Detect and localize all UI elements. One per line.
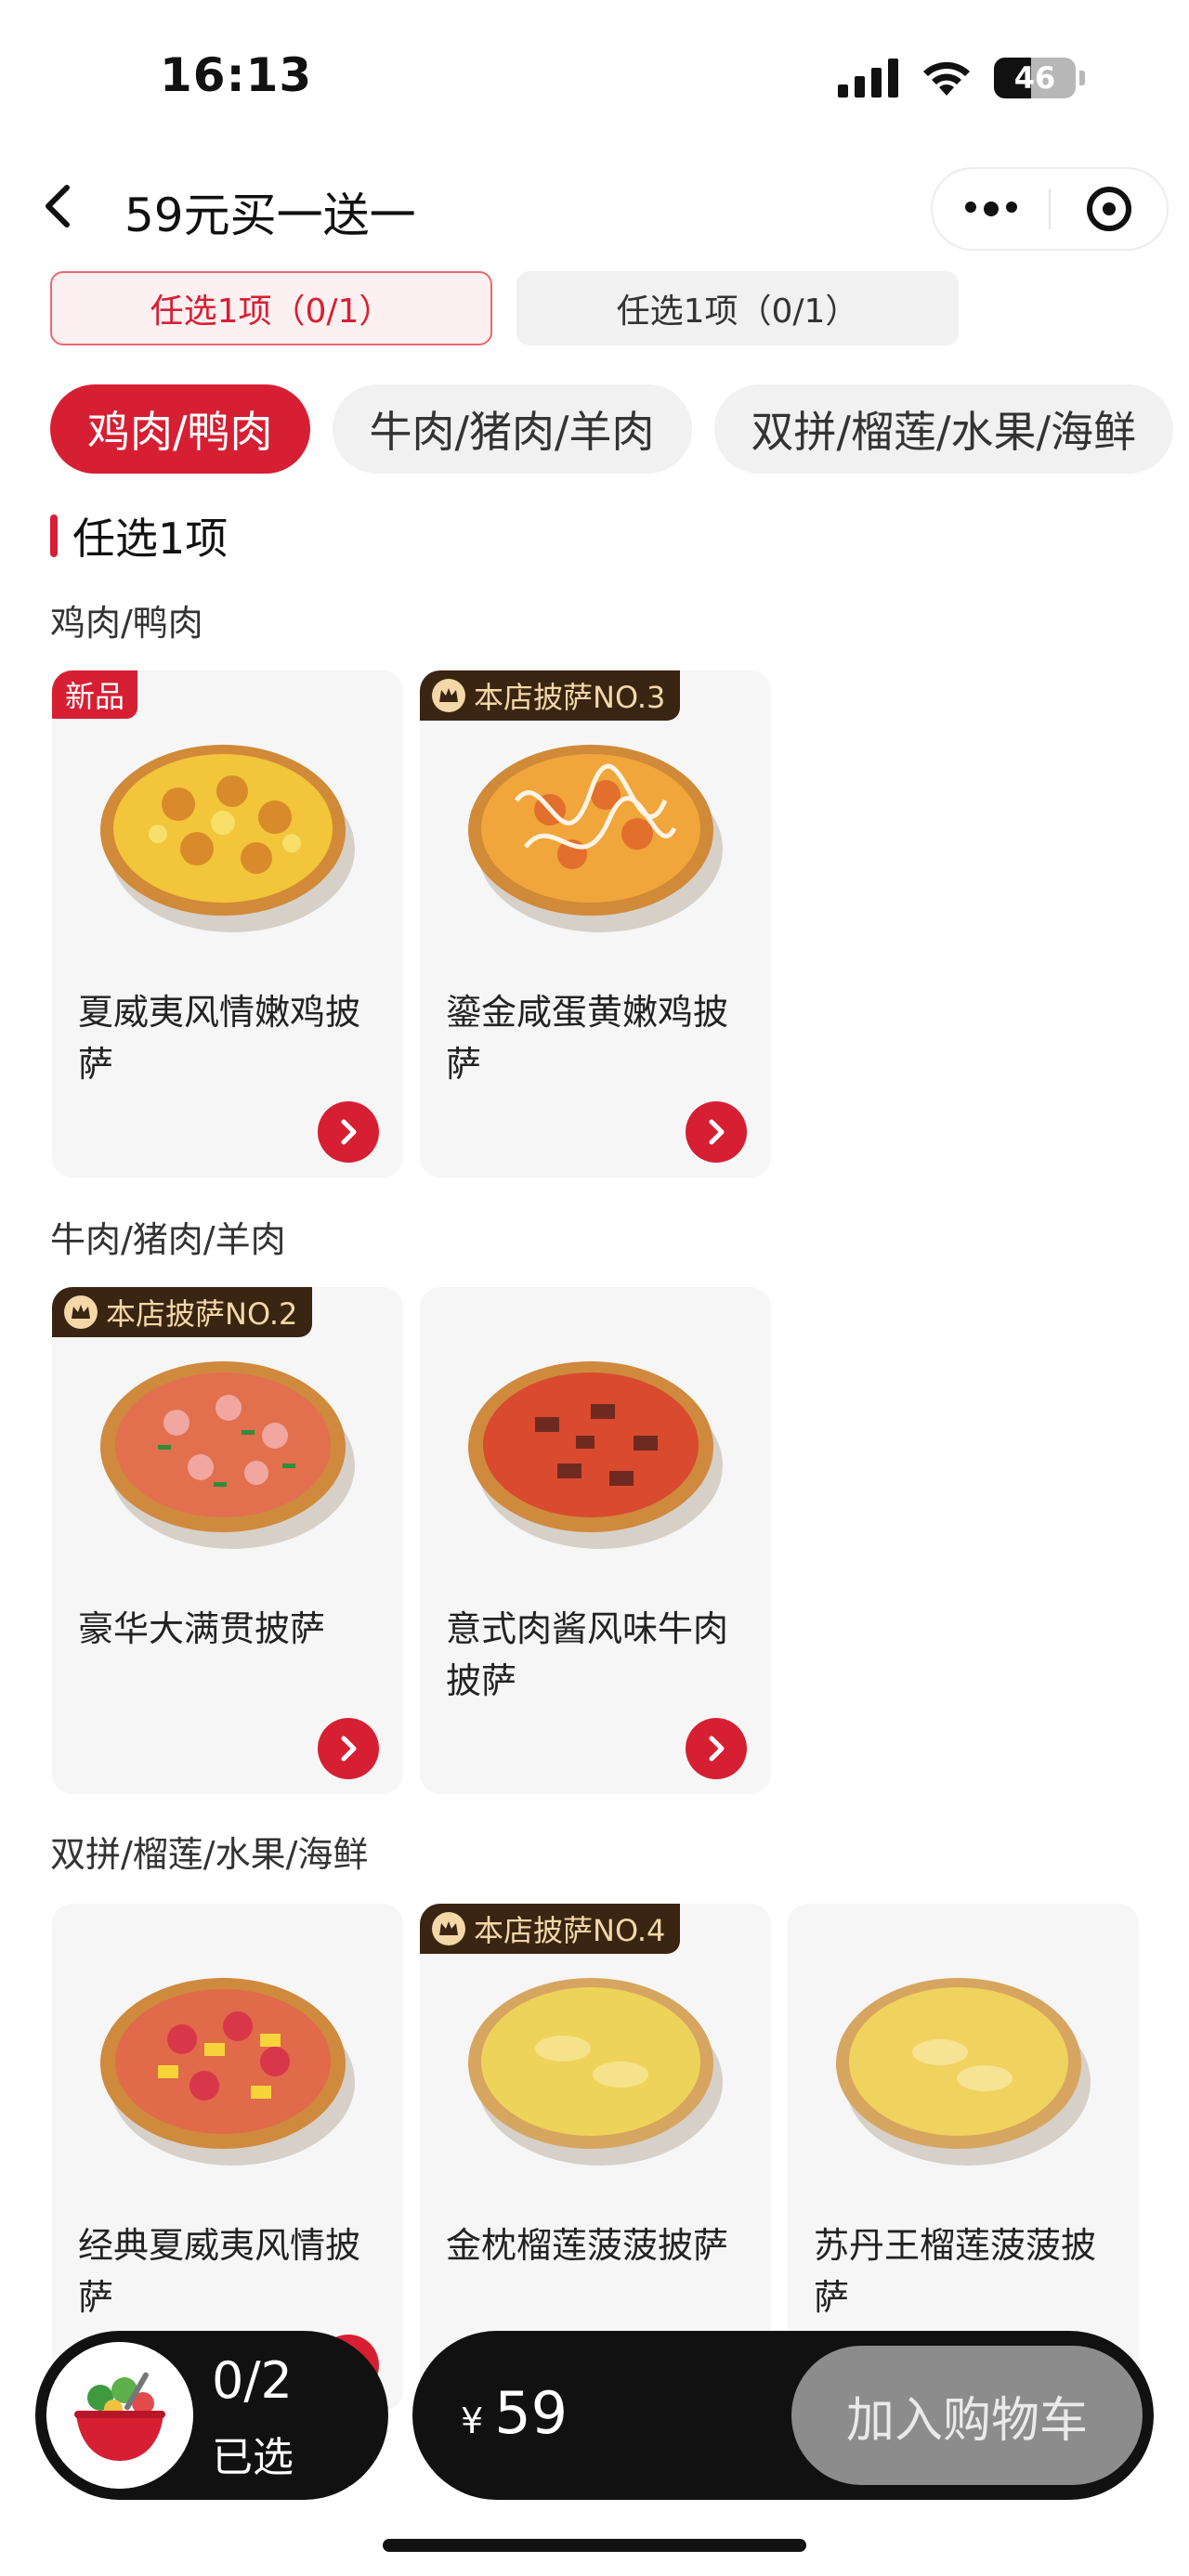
step-tab-2[interactable]: 任选1项（0/1） — [516, 271, 959, 345]
group-label-beef: 牛肉/猪肉/羊肉 — [50, 1219, 286, 1260]
status-time: 16:13 — [160, 48, 313, 102]
product-name: 苏丹王榴莲菠菠披萨 — [814, 2225, 1097, 2318]
group-label-chicken: 鸡肉/鸭肉 — [50, 603, 203, 644]
home-indicator — [383, 2539, 806, 2552]
pizza-image — [468, 1361, 723, 1549]
checkout-bar: ¥ 59 加入购物车 — [412, 2331, 1154, 2500]
rank-badge-text: 本店披萨NO.2 — [106, 1296, 298, 1332]
crown-icon — [432, 679, 465, 712]
cellular-signal-icon — [838, 59, 898, 98]
category-combo-durian-fruit-seafood[interactable]: 双拼/榴莲/水果/海鲜 — [713, 384, 1173, 474]
rank-badge: 本店披萨NO.3 — [420, 670, 681, 721]
target-icon — [1086, 187, 1131, 231]
pizza-image — [100, 1361, 355, 1549]
group-label-combo: 双拼/榴莲/水果/海鲜 — [50, 1834, 369, 1875]
pizza-image — [100, 745, 355, 932]
currency-symbol: ¥ — [461, 2400, 484, 2441]
product-card[interactable]: 新品 夏威夷风情嫩鸡披萨 — [52, 670, 403, 1177]
price: ¥ 59 — [461, 2379, 568, 2447]
category-beef-pork-lamb[interactable]: 牛肉/猪肉/羊肉 — [332, 384, 692, 474]
chevron-right-icon — [341, 1119, 357, 1145]
crown-icon — [64, 1295, 98, 1329]
product-card[interactable]: 本店披萨NO.3 鎏金咸蛋黄嫩鸡披萨 — [420, 670, 771, 1177]
select-button[interactable] — [686, 1718, 747, 1779]
selected-summary[interactable]: 0/2 已选 — [35, 2331, 388, 2500]
product-card[interactable]: 意式肉酱风味牛肉披萨 — [420, 1287, 771, 1794]
battery-level: 46 — [1013, 60, 1056, 96]
section-title-text: 任选1项 — [72, 514, 229, 564]
chevron-right-icon — [341, 1736, 357, 1762]
product-card[interactable]: 本店披萨NO.2 豪华大满贯披萨 — [52, 1287, 403, 1794]
pizza-image — [836, 1978, 1091, 2166]
step-tab-1[interactable]: 任选1项（0/1） — [50, 271, 492, 345]
category-chicken-duck[interactable]: 鸡肉/鸭肉 — [50, 384, 310, 474]
status-icons: 46 — [838, 56, 1085, 100]
section-title-bar — [50, 514, 58, 557]
product-name: 豪华大满贯披萨 — [78, 1608, 326, 1649]
new-badge: 新品 — [52, 670, 138, 719]
chevron-right-icon — [709, 1119, 725, 1145]
add-to-cart-button[interactable]: 加入购物车 — [791, 2346, 1143, 2485]
chevron-left-icon — [46, 185, 70, 228]
price-value: 59 — [494, 2379, 568, 2447]
pizza-image — [100, 1978, 355, 2166]
select-button[interactable] — [686, 1101, 747, 1163]
close-button[interactable] — [1051, 169, 1167, 249]
wifi-icon — [923, 61, 970, 96]
product-name: 夏威夷风情嫩鸡披萨 — [78, 992, 361, 1085]
battery-tip — [1079, 71, 1085, 85]
rank-badge-text: 本店披萨NO.4 — [474, 1913, 666, 1948]
pizza-image — [468, 745, 723, 932]
battery-icon: 46 — [994, 58, 1076, 98]
mini-program-capsule — [931, 167, 1169, 251]
section-title: 任选1项 — [50, 511, 228, 564]
more-dots-icon — [964, 202, 1017, 216]
rank-badge-text: 本店披萨NO.3 — [474, 680, 666, 715]
product-name: 经典夏威夷风情披萨 — [78, 2225, 361, 2318]
select-button[interactable] — [318, 1718, 379, 1779]
product-name: 意式肉酱风味牛肉披萨 — [446, 1608, 729, 1701]
selected-count: 0/2 — [212, 2351, 293, 2410]
product-name: 鎏金咸蛋黄嫩鸡披萨 — [446, 992, 729, 1085]
status-bar: 16:13 46 — [0, 0, 1189, 158]
select-button[interactable] — [318, 1101, 379, 1163]
page-title: 59元买一送一 — [124, 189, 416, 242]
rank-badge: 本店披萨NO.2 — [52, 1287, 313, 1337]
back-button[interactable] — [32, 178, 87, 234]
salad-bowl-icon — [46, 2342, 193, 2489]
more-button[interactable] — [933, 169, 1049, 249]
pizza-image — [468, 1978, 723, 2166]
rank-badge: 本店披萨NO.4 — [420, 1904, 681, 1954]
product-name: 金枕榴莲菠菠披萨 — [446, 2225, 729, 2266]
crown-icon — [432, 1912, 465, 1945]
nav-bar: 59元买一送一 — [0, 158, 1189, 260]
chevron-right-icon — [709, 1736, 725, 1762]
category-tabs: 鸡肉/鸭肉 牛肉/猪肉/羊肉 双拼/榴莲/水果/海鲜 — [50, 384, 1189, 474]
selected-label: 已选 — [212, 2434, 294, 2481]
